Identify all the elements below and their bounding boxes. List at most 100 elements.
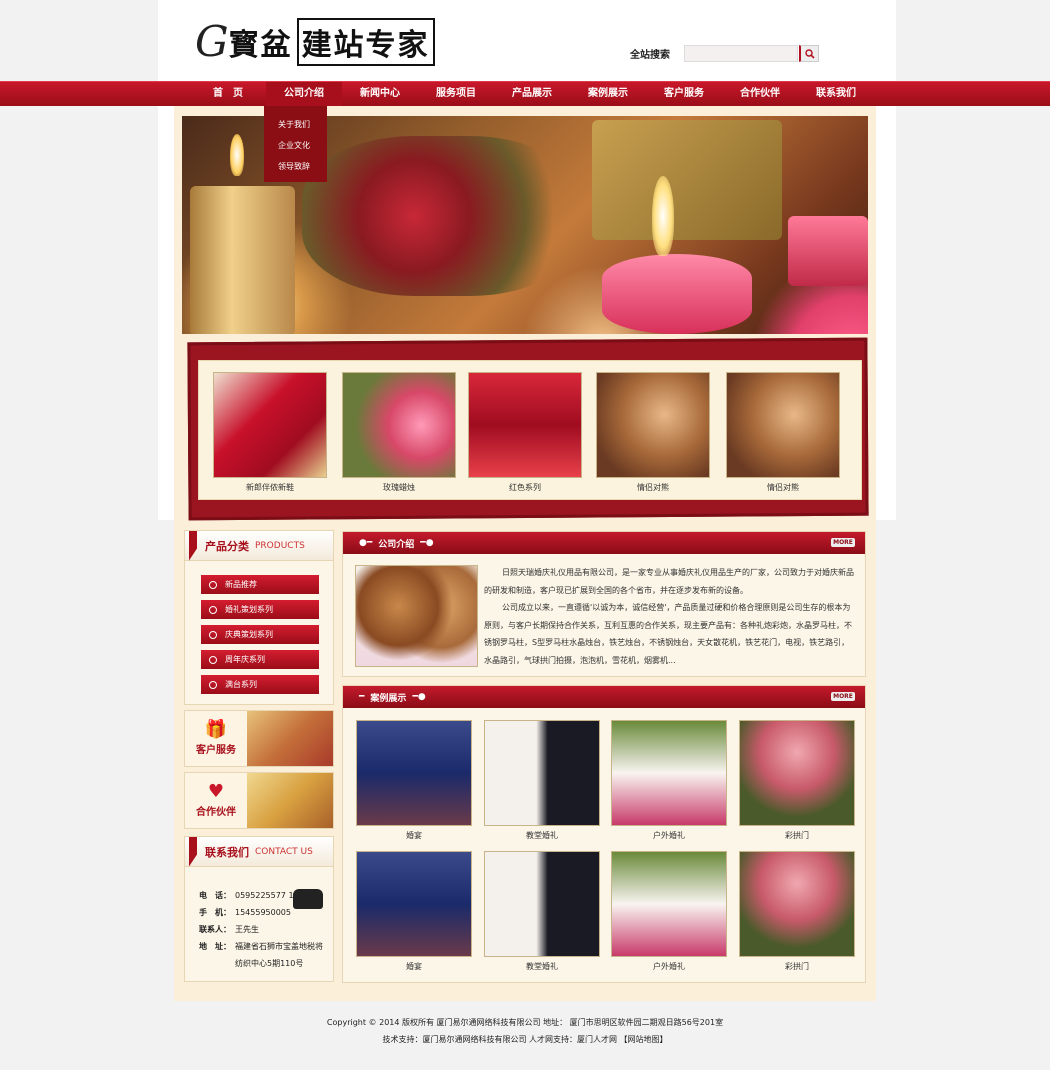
- cases-more-button[interactable]: MORE: [831, 692, 855, 701]
- case-caption[interactable]: 彩拱门: [739, 961, 855, 972]
- customer-service-label-area: 🎁 客户服务: [185, 711, 247, 766]
- gallery-thumb-red-bed[interactable]: [468, 372, 582, 478]
- case-caption[interactable]: 彩拱门: [739, 830, 855, 841]
- header-marker: [189, 836, 197, 867]
- gallery-caption[interactable]: 新郎伴侬新鞋: [213, 482, 327, 493]
- header-ornament: ━●: [420, 538, 434, 548]
- nav-news[interactable]: 新闻中心: [342, 82, 418, 106]
- categories-title-en: PRODUCTS: [255, 540, 305, 551]
- nav-about[interactable]: 公司介绍: [266, 82, 342, 106]
- category-item[interactable]: 新品推荐: [201, 575, 319, 594]
- case-caption[interactable]: 户外婚礼: [611, 830, 727, 841]
- header-ornament: ●━: [359, 538, 373, 548]
- gallery-thumb-shoes[interactable]: [213, 372, 327, 478]
- telephone-icon: [293, 889, 323, 909]
- case-thumb-arch[interactable]: [739, 720, 855, 826]
- nav-partners[interactable]: 合作伙伴: [722, 82, 798, 106]
- gallery-caption[interactable]: 红色系列: [468, 482, 582, 493]
- candle-pink-image: [602, 254, 752, 334]
- contact-box: 联系我们 CONTACT US 电 话： 0595225577 16 手 机： 15…: [184, 836, 334, 982]
- case-thumb-outdoor[interactable]: [611, 720, 727, 826]
- bullet-icon: [209, 605, 217, 614]
- gallery-thumb-roses[interactable]: [342, 372, 456, 478]
- case-thumb-church[interactable]: [484, 851, 600, 957]
- site-logo[interactable]: G 寳盆 建站专家: [195, 18, 435, 66]
- contact-value: 王先生: [235, 925, 259, 934]
- partners-label: 合作伙伴: [196, 807, 236, 818]
- category-label: 新品推荐: [225, 580, 257, 589]
- category-item[interactable]: 周年庆系列: [201, 650, 319, 669]
- flame-left-image: [230, 134, 244, 176]
- footer-copyright: Copyright © 2014 版权所有 厦门易尔通网络科技有限公司 地址： …: [326, 1018, 724, 1027]
- nav-customer[interactable]: 客户服务: [646, 82, 722, 106]
- contact-key: 电 话：: [199, 891, 231, 900]
- about-more-button[interactable]: MORE: [831, 538, 855, 547]
- case-thumb-banquet[interactable]: [356, 851, 472, 957]
- gallery-thumb-bears[interactable]: [596, 372, 710, 478]
- contact-key: 联系人：: [199, 925, 231, 934]
- category-item[interactable]: 满台系列: [201, 675, 319, 694]
- about-paragraph-1: 日照天瑞婚庆礼仪用品有限公司，是一家专业从事婚庆礼仪用品生产的厂家，公司致力于对…: [484, 568, 854, 595]
- about-title: 公司介绍: [378, 539, 415, 550]
- dropdown-item-leader[interactable]: 领导致辞: [264, 156, 327, 177]
- footer-support: 技术支持：厦门易尔通网络科技有限公司 人才网支持：厦门人才网 【网站地图】: [382, 1035, 668, 1044]
- case-thumb-banquet[interactable]: [356, 720, 472, 826]
- nav-contact[interactable]: 联系我们: [798, 82, 874, 106]
- category-label: 庆典策划系列: [225, 630, 273, 639]
- gallery-thumb-bears[interactable]: [726, 372, 840, 478]
- contact-address-line2: 纺织中心5期110号: [235, 955, 333, 972]
- search-label: 全站搜索: [630, 50, 670, 61]
- product-categories-box: 产品分类 PRODUCTS 新品推荐 婚礼策划系列 庆典策划系列 周年庆系列 满…: [184, 530, 334, 705]
- about-dropdown: 关于我们 企业文化 领导致辞: [264, 106, 327, 182]
- header-ornament: ━●: [412, 692, 426, 702]
- header-ornament: ━: [359, 692, 365, 702]
- header-marker: [189, 530, 197, 561]
- nav-cases[interactable]: 案例展示: [570, 82, 646, 106]
- about-header: ●━ 公司介绍 ━● MORE: [343, 532, 865, 554]
- about-paragraph-2: 公司成立以来，一直遵循'以诚为本，诚信经营'，产品质量过硬和价格合理原则是公司生…: [484, 603, 852, 665]
- contact-value: 纺织中心5期110号: [235, 959, 304, 968]
- contact-value: 0595225577 16: [235, 891, 299, 900]
- bullet-icon: [209, 680, 217, 689]
- customer-service-label: 客户服务: [196, 745, 236, 756]
- candle-left-image: [190, 186, 295, 334]
- case-caption[interactable]: 教堂婚礼: [484, 830, 600, 841]
- logo-brush: 寳盆: [228, 28, 293, 63]
- category-label: 满台系列: [225, 680, 257, 689]
- customer-service-photo: [247, 711, 333, 766]
- logo-text: 建站专家: [296, 18, 435, 66]
- case-caption[interactable]: 户外婚礼: [611, 961, 727, 972]
- contact-key: 手 机：: [199, 908, 231, 917]
- gallery-caption[interactable]: 情侣对熊: [596, 482, 710, 493]
- dropdown-item-culture[interactable]: 企业文化: [264, 135, 327, 156]
- category-item[interactable]: 庆典策划系列: [201, 625, 319, 644]
- logo-g-letter: G: [195, 17, 229, 66]
- nav-services[interactable]: 服务项目: [418, 82, 494, 106]
- case-thumb-outdoor[interactable]: [611, 851, 727, 957]
- case-thumb-church[interactable]: [484, 720, 600, 826]
- flowers-image: [302, 136, 582, 296]
- dropdown-item-about-us[interactable]: 关于我们: [264, 114, 327, 135]
- contact-header: 联系我们 CONTACT US: [185, 836, 333, 867]
- main-nav: 首 页 公司介绍 新闻中心 服务项目 产品展示 案例展示 客户服务 合作伙伴 联…: [0, 81, 1050, 106]
- cases-title: 案例展示: [370, 693, 407, 704]
- case-caption[interactable]: 婚宴: [356, 830, 472, 841]
- category-label: 周年庆系列: [225, 655, 265, 664]
- gallery-caption[interactable]: 情侣对熊: [726, 482, 840, 493]
- case-caption[interactable]: 教堂婚礼: [484, 961, 600, 972]
- search-input[interactable]: [684, 45, 798, 62]
- gallery-caption[interactable]: 玫瑰蜡烛: [342, 482, 456, 493]
- category-item[interactable]: 婚礼策划系列: [201, 600, 319, 619]
- search-button[interactable]: [799, 45, 819, 62]
- about-bears-photo: [355, 565, 478, 667]
- nav-products[interactable]: 产品展示: [494, 82, 570, 106]
- partners-promo[interactable]: ♥ 合作伙伴: [184, 772, 334, 829]
- categories-title: 产品分类: [205, 539, 249, 553]
- case-thumb-arch[interactable]: [739, 851, 855, 957]
- nav-home[interactable]: 首 页: [190, 82, 266, 106]
- case-caption[interactable]: 婚宴: [356, 961, 472, 972]
- customer-service-promo[interactable]: 🎁 客户服务: [184, 710, 334, 767]
- cases-header: ━ 案例展示 ━● MORE: [343, 686, 865, 708]
- gift-box-image: [592, 120, 782, 240]
- candle-right-image: [788, 216, 868, 286]
